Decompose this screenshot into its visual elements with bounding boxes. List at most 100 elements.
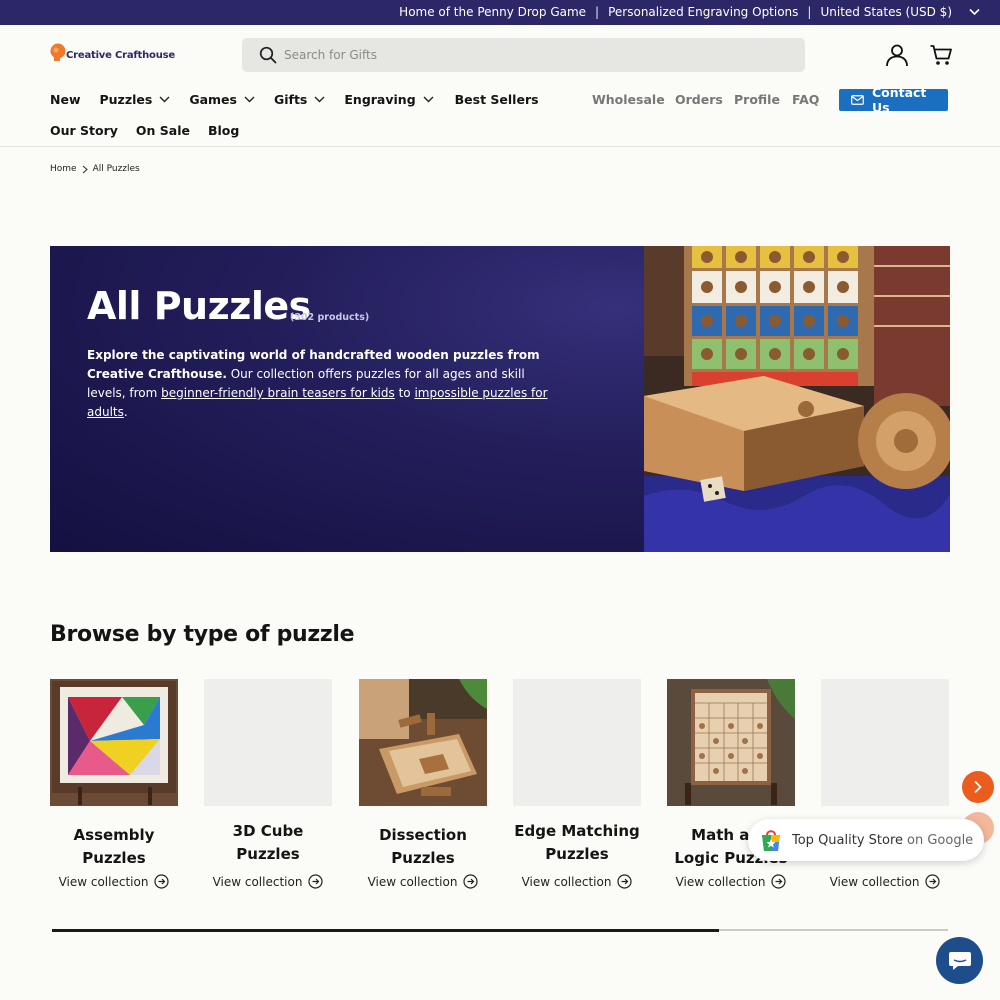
nav-blog[interactable]: Blog (208, 123, 239, 138)
nav-puzzles[interactable]: Puzzles (100, 92, 171, 107)
currency-selector[interactable]: United States (USD $) (820, 5, 952, 19)
primary-nav: New Puzzles Games Gifts Engraving Best S… (50, 92, 539, 107)
collection-card-edge-matching[interactable]: Edge Matching Puzzles View collection (513, 679, 641, 889)
secondary-nav: Our Story On Sale Blog (50, 123, 239, 138)
nav-blog-label: Blog (208, 123, 240, 138)
assembly-puzzle-image (50, 679, 178, 806)
nav-new[interactable]: New (50, 92, 81, 107)
view-collection-label: View collection (675, 874, 766, 889)
carousel-scroll-thumb[interactable] (52, 928, 719, 932)
chat-button[interactable] (936, 937, 983, 984)
hero-puzzle-image (644, 246, 950, 552)
chevron-down-icon (159, 96, 170, 103)
google-badge-text: Top Quality Store (792, 832, 904, 848)
arrow-circle-icon (154, 874, 170, 889)
nav-gifts-label: Gifts (273, 92, 308, 107)
chevron-down-icon[interactable] (969, 8, 980, 16)
view-collection-link[interactable]: View collection (513, 874, 641, 889)
chevron-right-icon (974, 780, 982, 794)
edge-matching-image-placeholder (513, 679, 641, 806)
nav-games[interactable]: Games (189, 92, 255, 107)
nav-gifts[interactable]: Gifts (274, 92, 325, 107)
arrow-circle-icon (617, 874, 633, 889)
view-collection-label: View collection (829, 874, 920, 889)
chevron-down-icon (314, 96, 325, 103)
collection-hero: All Puzzles (302 products) Explore the c… (50, 246, 950, 552)
view-collection-link[interactable]: View collection (667, 874, 795, 889)
contact-us-label: Contact Us (871, 85, 927, 115)
contact-us-button[interactable]: Contact Us (839, 85, 948, 115)
view-collection-link[interactable]: View collection (359, 874, 487, 889)
3d-cube-image-placeholder (204, 679, 332, 806)
announcement-bar: Home of the Penny Drop Game | Personaliz… (0, 0, 1000, 25)
arrow-circle-icon (308, 874, 324, 889)
nav-faq[interactable]: FAQ (792, 92, 819, 107)
nav-our-story[interactable]: Our Story (50, 123, 118, 138)
arrow-circle-icon (925, 874, 941, 889)
nav-engraving-label: Engraving (344, 92, 416, 107)
breadcrumb: Home All Puzzles (50, 164, 140, 174)
view-collection-label: View collection (58, 874, 149, 889)
search-icon[interactable] (259, 46, 277, 64)
desc-end: . (123, 405, 128, 419)
view-collection-label: View collection (521, 874, 612, 889)
collection-card-3d-cube[interactable]: 3D Cube Puzzles View collection (204, 679, 332, 889)
collection-card-next[interactable]: View collection (821, 679, 949, 889)
nav-profile[interactable]: Profile (734, 92, 780, 107)
arrow-circle-icon (463, 874, 479, 889)
carousel-scrollbar[interactable] (52, 928, 948, 932)
carousel-next-button[interactable] (962, 771, 994, 803)
math-logic-puzzle-image (667, 679, 795, 806)
breadcrumb-home[interactable]: Home (50, 164, 77, 174)
header-divider (0, 146, 1000, 147)
engraving-options-link[interactable]: Personalized Engraving Options (608, 5, 798, 19)
nav-wholesale[interactable]: Wholesale (592, 92, 665, 107)
google-store-badge[interactable]: Top Quality Store on Google (748, 819, 984, 861)
google-shopping-icon (762, 830, 780, 851)
section-title: Browse by type of puzzle (50, 622, 355, 647)
search-input[interactable] (284, 38, 784, 72)
card-title: Edge Matching Puzzles (514, 822, 640, 863)
view-collection-label: View collection (212, 874, 303, 889)
chevron-right-icon (82, 165, 88, 173)
nav-puzzles-label: Puzzles (99, 92, 153, 107)
chat-icon (948, 951, 971, 970)
collection-description: Explore the captivating world of handcra… (87, 346, 557, 422)
nav-best-sellers-label: Best Sellers (454, 92, 539, 107)
collection-card-dissection[interactable]: Dissection Puzzles View collection (359, 679, 487, 889)
view-collection-label: View collection (367, 874, 458, 889)
nav-on-sale-label: On Sale (135, 123, 190, 138)
nav-orders[interactable]: Orders (675, 92, 723, 107)
collection-image-placeholder (821, 679, 949, 806)
separator: | (807, 5, 812, 19)
cart-icon[interactable] (929, 43, 953, 67)
nav-games-label: Games (189, 92, 237, 107)
search-bar[interactable] (242, 38, 805, 72)
view-collection-link[interactable]: View collection (50, 874, 178, 889)
nav-engraving[interactable]: Engraving (344, 92, 434, 107)
card-title: Dissection Puzzles (379, 826, 467, 867)
nav-best-sellers[interactable]: Best Sellers (455, 92, 539, 107)
breadcrumb-current: All Puzzles (92, 164, 140, 174)
desc-to: to (394, 386, 415, 400)
logo[interactable]: Creative Crafthouse (50, 43, 175, 61)
card-title: 3D Cube Puzzles (232, 822, 304, 863)
google-badge-suffix: on Google (907, 832, 974, 848)
brand-name: Creative Crafthouse (66, 49, 175, 61)
nav-on-sale[interactable]: On Sale (136, 123, 190, 138)
announcement-links: Home of the Penny Drop Game | Personaliz… (399, 5, 952, 19)
separator: | (595, 5, 600, 19)
view-collection-link[interactable]: View collection (204, 874, 332, 889)
chevron-down-icon (423, 96, 434, 103)
view-collection-link[interactable]: View collection (821, 874, 949, 889)
hero-text-panel: All Puzzles (302 products) Explore the c… (50, 246, 644, 552)
card-title: Assembly Puzzles (73, 826, 155, 867)
logo-head-icon (50, 43, 66, 61)
account-icon[interactable] (885, 43, 909, 67)
nav-our-story-label: Our Story (50, 123, 118, 138)
kids-puzzles-link[interactable]: beginner-friendly brain teasers for kids (161, 386, 395, 400)
nav-new-label: New (50, 92, 81, 107)
page-title: All Puzzles (87, 284, 311, 328)
collection-card-assembly[interactable]: Assembly Puzzles View collection (50, 679, 178, 889)
penny-drop-link[interactable]: Home of the Penny Drop Game (399, 5, 586, 19)
